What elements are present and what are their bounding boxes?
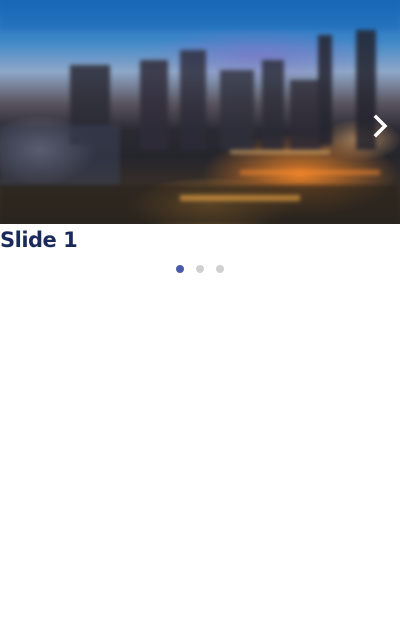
pagination-dot-3[interactable] (216, 265, 224, 273)
slide-caption: Slide 1 (0, 228, 78, 252)
chevron-right-icon (373, 114, 388, 138)
slide-image (0, 0, 400, 224)
skyline-illustration (0, 0, 400, 224)
carousel-pagination (0, 265, 400, 273)
next-slide-button[interactable] (370, 112, 392, 140)
pagination-dot-2[interactable] (196, 265, 204, 273)
pagination-dot-1[interactable] (176, 265, 184, 273)
image-carousel: Slide 1 (0, 0, 400, 273)
